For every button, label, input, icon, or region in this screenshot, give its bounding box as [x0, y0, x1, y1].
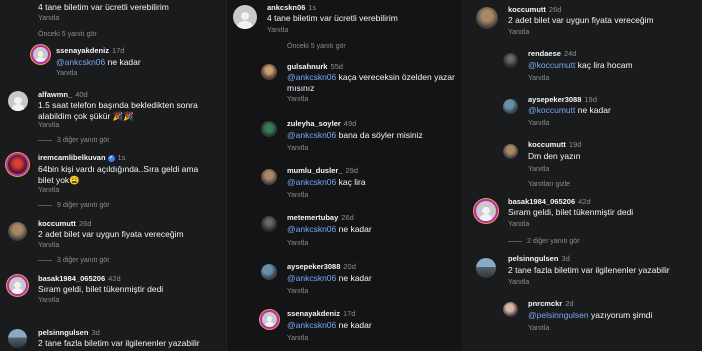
avatar[interactable]: [8, 91, 28, 111]
comment-text: @ankcskn06 bana da söyler misiniz: [287, 130, 423, 140]
reply-button[interactable]: Yanıtla: [38, 297, 59, 304]
avatar[interactable]: [261, 121, 277, 137]
comment-username[interactable]: aysepeker3088 19d: [528, 95, 597, 104]
avatar[interactable]: [261, 216, 277, 232]
comment-text: Dm den yazın: [528, 151, 581, 161]
comments-panel-left: 4 tane biletim var ücretli verebilirim Y…: [0, 0, 226, 351]
reply-button[interactable]: Yanıtla: [267, 27, 288, 34]
avatar[interactable]: [476, 258, 496, 278]
comment-username[interactable]: pelsinngulsen 3d: [38, 328, 100, 337]
comments-panel-middle: ankcskn06 1s 4 tane biletim var ücretli v…: [226, 0, 464, 351]
reply-button[interactable]: Yanıtla: [287, 335, 308, 342]
comment-text: 4 tane biletim var ücretli verebilirim: [38, 2, 169, 12]
reply-button[interactable]: Yanıtla: [508, 279, 529, 286]
comment-text: @ankcskn06 kaç lira: [287, 177, 366, 187]
comment-username[interactable]: pelsinngulsen 3d: [508, 254, 570, 263]
reply-button[interactable]: Yanıtla: [528, 325, 549, 332]
comment-text: 2 adet bilet var uygun fiyata vereceğim: [38, 229, 184, 239]
avatar[interactable]: [261, 169, 277, 185]
reply-button[interactable]: Yanıtla: [528, 166, 549, 173]
comment-username[interactable]: aysepeker3088 20d: [287, 262, 356, 271]
comment-text: 2 tane fazla biletim var ilgilenenler ya…: [508, 265, 670, 275]
comment-text: @ankcskn06 ne kadar: [287, 224, 372, 234]
comment-text: 2 tane fazla biletim var ilgilenenler ya…: [38, 338, 200, 348]
comment-username[interactable]: iremcamlibelkuvan ✓ 1s: [38, 153, 125, 162]
view-more-replies[interactable]: 3 diğer yanıtı gör: [38, 257, 110, 264]
comment-text: @pelsinngulsen yazıyorum şimdi: [528, 310, 653, 320]
reply-button[interactable]: Yanıtla: [56, 70, 77, 77]
avatar[interactable]: [503, 99, 518, 114]
reply-button[interactable]: Yanıtla: [287, 288, 308, 295]
comment-text: @ankcskn06 ne kadar: [287, 320, 372, 330]
reply-button[interactable]: Yanıtla: [287, 192, 308, 199]
comment-username[interactable]: alfawmn_ 40d: [38, 90, 88, 99]
comment-username[interactable]: koccumutt 26d: [508, 5, 561, 14]
comment-username[interactable]: metemertubay 26d: [287, 213, 354, 222]
avatar[interactable]: [233, 5, 257, 29]
comment-username[interactable]: ssenayakdeniz 17d: [287, 309, 355, 318]
reply-button[interactable]: Yanıtla: [528, 75, 549, 82]
avatar[interactable]: [476, 7, 498, 29]
reply-button[interactable]: Yanıtla: [38, 122, 59, 129]
comment-username[interactable]: ssenayakdeniz 17d: [56, 46, 124, 55]
view-more-replies[interactable]: 9 diğer yanıtı gör: [38, 202, 110, 209]
comment-text: @ankcskn06 ne kadar: [287, 273, 372, 283]
reply-button[interactable]: Yanıtla: [528, 120, 549, 127]
avatar[interactable]: [503, 53, 518, 68]
comment-text: 4 tane biletim var ücretli verebilirim: [267, 13, 398, 23]
reply-button[interactable]: Yanıtla: [287, 96, 308, 103]
comment-text: @koccumutt kaç lira hocam: [528, 60, 633, 70]
comment-username[interactable]: pnrcmckr 2d: [528, 299, 574, 308]
comment-username[interactable]: koccumutt 19d: [528, 140, 581, 149]
comment-text: 2 adet bilet var uygun fiyata vereceğim: [508, 15, 654, 25]
comment-text: 1.5 saat telefon başında bekledikten son…: [38, 100, 198, 121]
comment-username[interactable]: koccumutt 26d: [38, 219, 91, 228]
previous-replies-link[interactable]: Önceki 5 yanıtı gör: [38, 31, 97, 38]
reply-button[interactable]: Yanıtla: [287, 240, 308, 247]
avatar[interactable]: [8, 222, 27, 241]
avatar[interactable]: [8, 155, 27, 174]
avatar[interactable]: [33, 47, 48, 62]
comment-username[interactable]: ankcskn06 1s: [267, 3, 316, 12]
avatar[interactable]: [262, 312, 277, 327]
reply-button[interactable]: Yanıtla: [38, 242, 59, 249]
previous-replies-link[interactable]: Önceki 5 yanıtı gör: [287, 43, 346, 50]
comment-text: @ankcskn06 ne kadar: [56, 57, 141, 67]
avatar[interactable]: [476, 201, 496, 221]
reply-button[interactable]: Yanıtla: [508, 221, 529, 228]
comment-username[interactable]: rendaese 24d: [528, 49, 576, 58]
view-more-replies[interactable]: 3 diğer yanıtı gör: [38, 137, 110, 144]
comment-username[interactable]: mumlu_dusler_ 29d: [287, 166, 358, 175]
hide-replies-link[interactable]: Yanıtları gizle: [528, 181, 570, 188]
avatar[interactable]: [261, 264, 277, 280]
avatar[interactable]: [503, 144, 518, 159]
avatar[interactable]: [9, 277, 26, 294]
avatar[interactable]: [261, 64, 277, 80]
comment-text: Sıram geldi, bilet tükenmiştir dedi: [508, 207, 634, 217]
comment-username[interactable]: basak1984_065206 42d: [38, 274, 121, 283]
reply-button[interactable]: Yanıtla: [38, 15, 59, 22]
comments-panel-right: koccumutt 26d 2 adet bilet var uygun fiya…: [462, 0, 702, 351]
avatar[interactable]: [8, 329, 27, 348]
avatar[interactable]: [503, 302, 518, 317]
comment-text: Sıram geldi, bilet tükenmiştir dedi: [38, 284, 164, 294]
reply-button[interactable]: Yanıtla: [287, 145, 308, 152]
comment-username[interactable]: zuleyha_soyler 49d: [287, 119, 356, 128]
comment-text: @koccumutt ne kadar: [528, 105, 611, 115]
comment-text: 64bin kişi vardı açıldığında..Sıra geldi…: [38, 164, 199, 185]
comment-username[interactable]: gulsahnurk 55d: [287, 62, 343, 71]
reply-button[interactable]: Yanıtla: [508, 29, 529, 36]
comment-username[interactable]: basak1984_065206 42d: [508, 197, 591, 206]
view-more-replies[interactable]: 2 diğer yanıtı gör: [508, 238, 580, 245]
verified-icon: ✓: [107, 154, 115, 162]
reply-button[interactable]: Yanıtla: [38, 187, 59, 194]
comment-text: @ankcskn06 kaça vereceksin özelden yazar…: [287, 72, 455, 93]
